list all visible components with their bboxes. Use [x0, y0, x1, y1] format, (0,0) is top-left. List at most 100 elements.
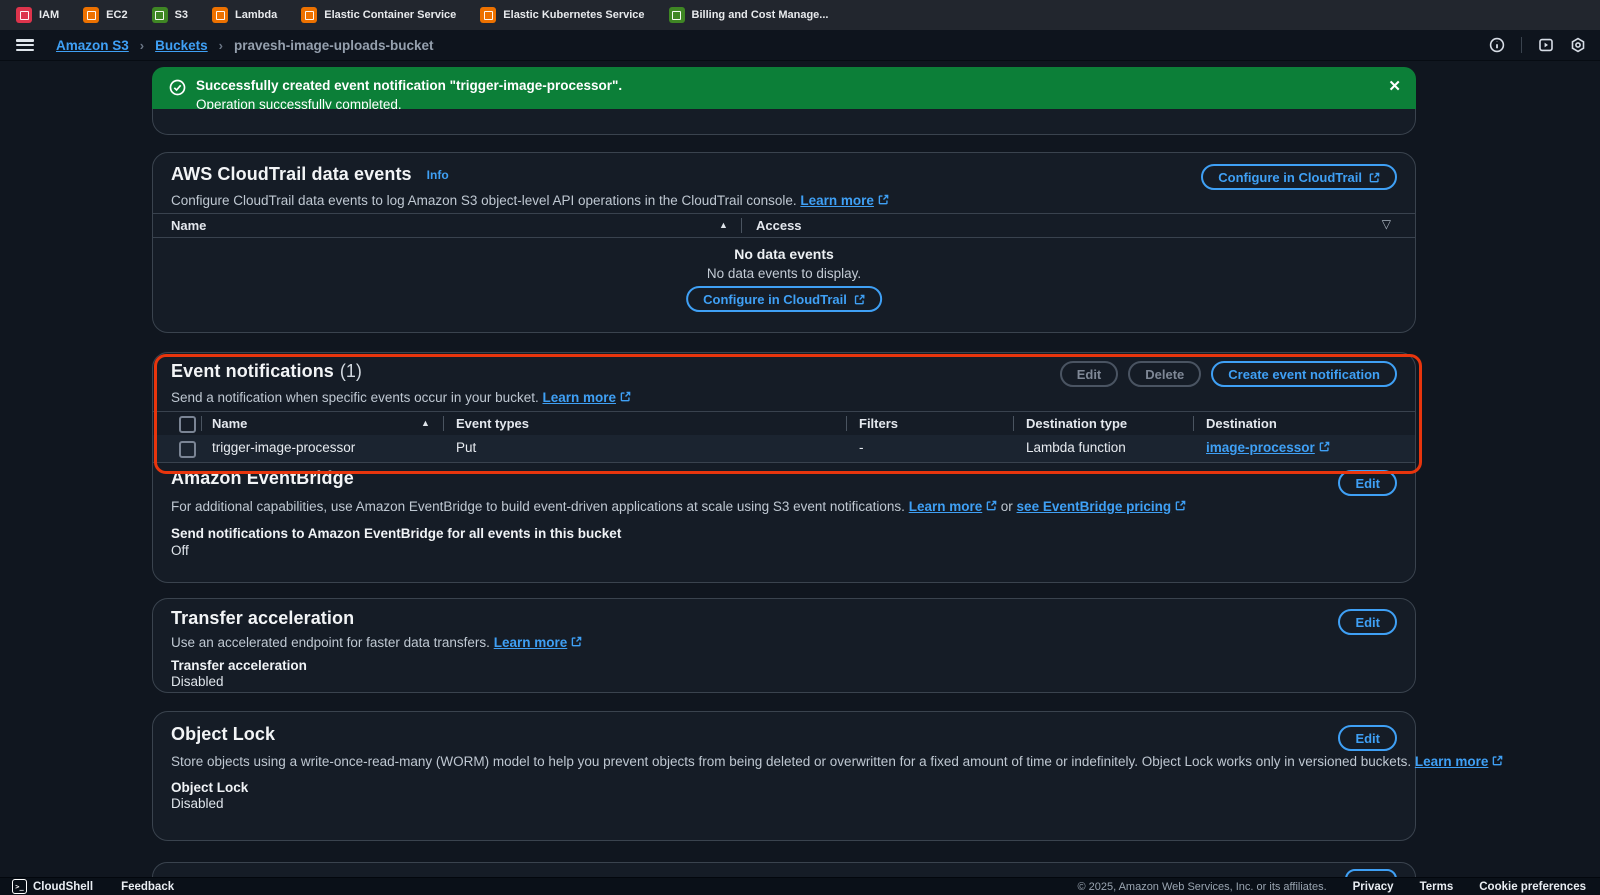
bookmark-label: Billing and Cost Manage... [692, 9, 829, 21]
breadcrumb-buckets[interactable]: Buckets [155, 38, 208, 53]
flash-title: Successfully created event notification … [196, 78, 622, 93]
cloudshell-terminal-icon: >_ [12, 879, 27, 894]
side-panel-icon[interactable] [1538, 37, 1554, 53]
learn-more-link[interactable]: Learn more [909, 499, 983, 514]
event-notifications-card: Event notifications (1) Edit Delete Crea… [152, 352, 1416, 583]
external-link-icon [1175, 500, 1186, 511]
cell-event-types: Put [456, 440, 476, 455]
terms-link[interactable]: Terms [1420, 881, 1454, 893]
cloudtrail-section-title: AWS CloudTrail data events [171, 164, 412, 185]
external-link-icon [986, 500, 997, 511]
info-icon[interactable] [1489, 37, 1505, 53]
external-link-icon [1319, 441, 1330, 452]
privacy-link[interactable]: Privacy [1353, 881, 1394, 893]
select-all-checkbox[interactable] [179, 416, 196, 433]
scrolled-card-fragment [152, 109, 1416, 135]
event-notifications-count: (1) [340, 361, 362, 382]
create-event-notification-button[interactable]: Create event notification [1211, 361, 1397, 387]
filter-icon[interactable]: ▽ [1382, 217, 1391, 231]
column-header-name[interactable]: Name [171, 218, 206, 233]
copyright-text: © 2025, Amazon Web Services, Inc. or its… [1077, 881, 1326, 893]
column-header-destination-type[interactable]: Destination type [1026, 416, 1127, 431]
cell-destination-link-wrap: image-processor [1206, 440, 1330, 455]
empty-state-message: No data events to display. [153, 266, 1415, 281]
bookmark-label: Elastic Kubernetes Service [503, 9, 644, 21]
bookmark-s3[interactable]: S3 [152, 7, 188, 23]
bookmark-label: S3 [175, 9, 188, 21]
ecs-favicon-icon [301, 7, 317, 23]
billing-favicon-icon [669, 7, 685, 23]
external-link-icon [571, 636, 582, 647]
cloudshell-button[interactable]: >_ CloudShell [12, 879, 93, 894]
bookmark-label: Elastic Container Service [324, 9, 456, 21]
divider [1521, 37, 1522, 53]
object-lock-edit-button[interactable]: Edit [1338, 725, 1397, 751]
learn-more-link[interactable]: Learn more [542, 390, 616, 405]
bookmark-label: IAM [39, 9, 59, 21]
chevron-right-icon: › [140, 38, 144, 53]
browser-bookmarks-bar: IAM EC2 S3 Lambda Elastic Container Serv… [0, 0, 1600, 30]
external-link-icon [854, 294, 865, 305]
delete-button[interactable]: Delete [1128, 361, 1201, 387]
bookmark-label: EC2 [106, 9, 127, 21]
sort-ascending-icon[interactable]: ▲ [719, 220, 728, 230]
console-footer: >_ CloudShell Feedback © 2025, Amazon We… [0, 877, 1600, 895]
learn-more-link[interactable]: Learn more [800, 193, 874, 208]
learn-more-link[interactable]: Learn more [494, 635, 568, 650]
next-card-partial [152, 862, 1416, 877]
bookmark-lambda[interactable]: Lambda [212, 7, 277, 23]
column-header-event-types[interactable]: Event types [456, 416, 529, 431]
object-lock-title: Object Lock [171, 724, 275, 745]
bookmark-ecs[interactable]: Elastic Container Service [301, 7, 456, 23]
transfer-edit-button[interactable]: Edit [1338, 609, 1397, 635]
eks-favicon-icon [480, 7, 496, 23]
event-notifications-title: Event notifications [171, 361, 334, 382]
edit-button[interactable]: Edit [1060, 361, 1119, 387]
column-header-filters[interactable]: Filters [859, 416, 898, 431]
feedback-link[interactable]: Feedback [121, 881, 174, 893]
empty-state-title: No data events [153, 246, 1415, 262]
external-link-icon [620, 391, 631, 402]
breadcrumb-current-bucket: pravesh-image-uploads-bucket [234, 38, 434, 53]
event-notifications-table-header: Name ▲ Event types Filters Destination t… [153, 411, 1415, 437]
ec2-favicon-icon [83, 7, 99, 23]
bookmark-billing[interactable]: Billing and Cost Manage... [669, 7, 829, 23]
cloudtrail-data-events-card: AWS CloudTrail data events Info Configur… [152, 152, 1416, 333]
column-header-name[interactable]: Name [212, 416, 247, 431]
iam-favicon-icon [16, 7, 32, 23]
cell-name: trigger-image-processor [212, 440, 355, 455]
configure-in-cloudtrail-button[interactable]: Configure in CloudTrail [1201, 164, 1397, 190]
close-icon[interactable]: ✕ [1388, 77, 1401, 95]
destination-link[interactable]: image-processor [1206, 440, 1315, 455]
learn-more-link[interactable]: Learn more [1415, 754, 1489, 769]
breadcrumb-amazon-s3[interactable]: Amazon S3 [56, 38, 129, 53]
transfer-acceleration-card: Transfer acceleration Edit Use an accele… [152, 598, 1416, 693]
bookmark-iam[interactable]: IAM [16, 7, 59, 23]
eventbridge-field-value: Off [171, 543, 189, 558]
settings-hexagon-icon[interactable] [1570, 37, 1586, 53]
cell-destination-type: Lambda function [1026, 440, 1126, 455]
eventbridge-edit-button[interactable]: Edit [1338, 470, 1397, 496]
row-checkbox[interactable] [179, 441, 196, 458]
object-lock-field-label: Object Lock [171, 780, 248, 795]
success-check-icon [169, 79, 186, 101]
cell-filters: - [859, 440, 864, 455]
external-link-icon [1369, 172, 1380, 183]
event-notifications-description: Send a notification when specific events… [171, 390, 631, 405]
eventbridge-pricing-link[interactable]: see EventBridge pricing [1017, 499, 1172, 514]
lambda-favicon-icon [212, 7, 228, 23]
eventbridge-field-label: Send notifications to Amazon EventBridge… [171, 526, 621, 541]
table-row: trigger-image-processor Put - Lambda fun… [153, 435, 1415, 463]
external-link-icon [1492, 755, 1503, 766]
bookmark-ec2[interactable]: EC2 [83, 7, 127, 23]
column-header-access[interactable]: Access [756, 218, 802, 233]
menu-icon[interactable] [16, 39, 34, 51]
info-link[interactable]: Info [427, 168, 449, 182]
sort-ascending-icon[interactable]: ▲ [421, 418, 430, 428]
transfer-field-label: Transfer acceleration [171, 658, 307, 673]
partial-edit-button[interactable] [1345, 869, 1397, 877]
bookmark-eks[interactable]: Elastic Kubernetes Service [480, 7, 644, 23]
column-header-destination[interactable]: Destination [1206, 416, 1277, 431]
configure-in-cloudtrail-empty-button[interactable]: Configure in CloudTrail [686, 286, 882, 312]
cookie-preferences-link[interactable]: Cookie preferences [1479, 881, 1586, 893]
